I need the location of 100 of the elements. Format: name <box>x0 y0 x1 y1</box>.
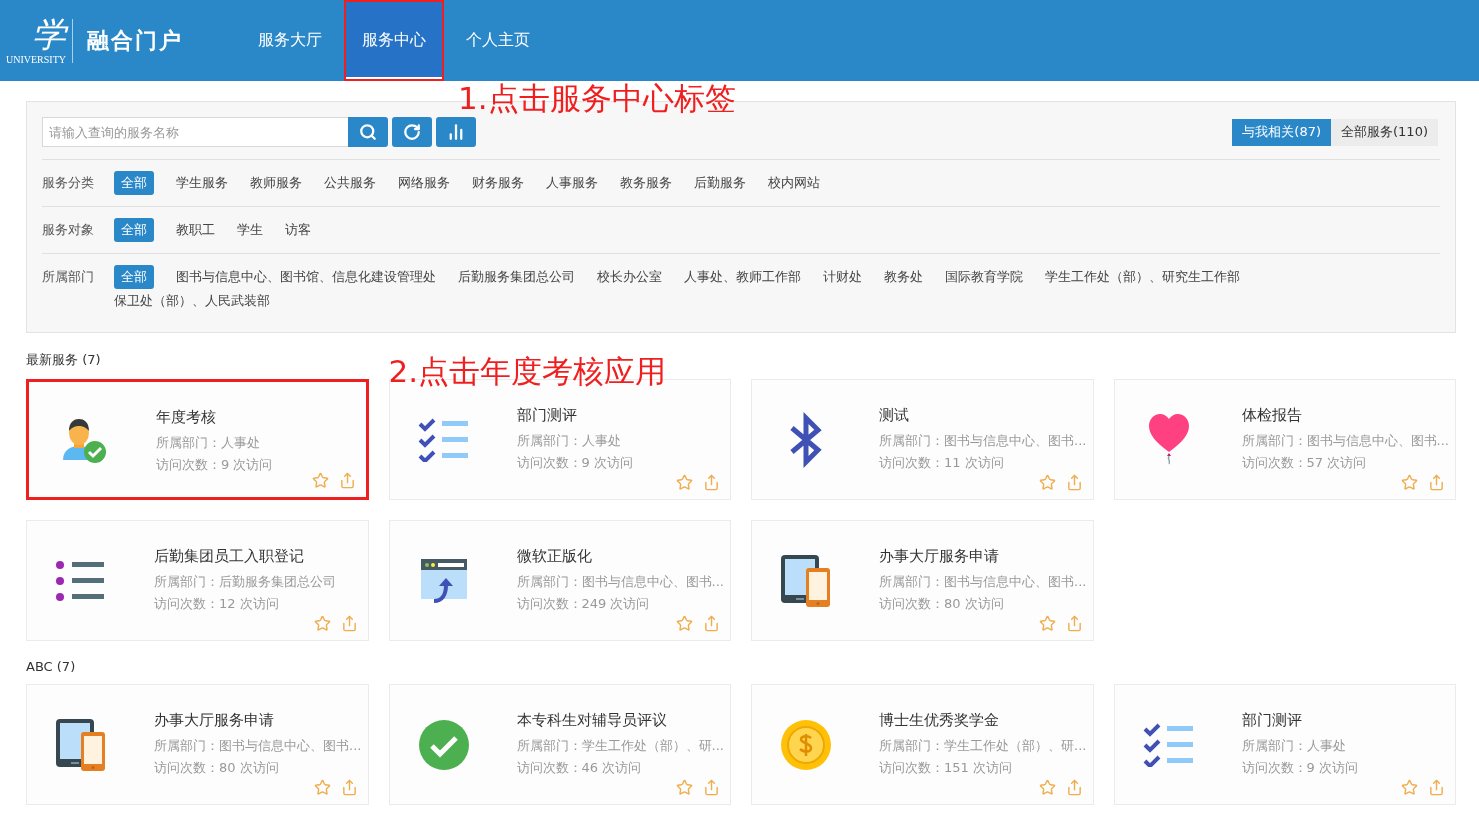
star-icon[interactable] <box>313 779 331 796</box>
service-title: 博士生优秀奖学金 <box>879 710 1000 731</box>
service-card[interactable]: 部门测评 所属部门：人事处 访问次数：9 次访问 <box>1113 684 1456 805</box>
service-department: 所属部门：人事处 <box>516 432 622 450</box>
filter-option[interactable]: 人事处、教师工作部 <box>684 265 801 289</box>
service-card[interactable]: 测试 所属部门：图书与信息中心、图书... 访问次数：11 次访问 <box>751 379 1094 500</box>
share-icon[interactable] <box>1065 615 1083 632</box>
refresh-button[interactable] <box>392 117 432 147</box>
star-icon[interactable] <box>313 615 331 632</box>
filter-option[interactable]: 公共服务 <box>324 171 376 195</box>
share-icon[interactable] <box>703 615 720 632</box>
share-icon[interactable] <box>338 472 356 489</box>
filter-label: 服务分类 <box>42 174 95 192</box>
section-title: 最新服务 (7) <box>26 351 102 369</box>
search-icon <box>359 123 377 141</box>
service-visits: 访问次数：80 次访问 <box>154 759 280 777</box>
service-card[interactable]: 博士生优秀奖学金 所属部门：学生工作处（部）、研... 访问次数：151 次访问 <box>751 684 1094 805</box>
service-department: 所属部门：学生工作处（部）、研... <box>879 737 1083 755</box>
filter-option[interactable]: 访客 <box>285 218 311 242</box>
service-department: 所属部门：图书与信息中心、图书... <box>879 432 1083 450</box>
service-card[interactable]: 后勤集团员工入职登记 所属部门：后勤服务集团总公司 访问次数：12 次访问 <box>26 520 369 641</box>
share-icon[interactable] <box>1428 474 1445 491</box>
star-icon[interactable] <box>1038 474 1056 491</box>
bar-chart-icon <box>447 123 465 141</box>
search-field[interactable]: 请输入查询的服务名称 <box>42 117 348 147</box>
star-icon[interactable] <box>676 779 693 796</box>
filter-option[interactable]: 校长办公室 <box>597 265 662 289</box>
service-title: 年度考核 <box>156 407 217 428</box>
service-title: 办事大厅服务申请 <box>154 710 275 731</box>
scope-toggle[interactable]: 与我相关(87) <box>1232 118 1332 146</box>
service-title: 微软正版化 <box>516 546 593 567</box>
filter-option[interactable]: 学生 <box>237 218 263 242</box>
filter-option[interactable]: 教务服务 <box>620 171 672 195</box>
service-title: 测试 <box>879 405 910 426</box>
filter-option[interactable]: 计财处 <box>823 265 862 289</box>
star-icon[interactable] <box>1038 779 1056 796</box>
service-department: 所属部门：人事处 <box>1241 737 1347 755</box>
filter-option[interactable]: 图书与信息中心、图书馆、信息化建设管理处 <box>176 265 436 289</box>
star-icon[interactable] <box>676 615 693 632</box>
filter-option[interactable]: 后勤服务 <box>694 171 746 195</box>
nav-tab[interactable]: 个人主页 <box>448 0 548 81</box>
filter-option[interactable]: 教务处 <box>884 265 923 289</box>
star-icon[interactable] <box>1401 474 1418 491</box>
nav-tab[interactable]: 服务大厅 <box>240 0 340 81</box>
service-visits: 访问次数：9 次访问 <box>516 454 633 472</box>
star-icon[interactable] <box>311 472 329 489</box>
share-icon[interactable] <box>340 779 358 796</box>
filter-option[interactable]: 学生服务 <box>176 171 228 195</box>
refresh-icon <box>403 123 421 141</box>
star-icon[interactable] <box>676 474 693 491</box>
annotation-text: 1.点击服务中心标签 <box>458 80 736 116</box>
share-icon[interactable] <box>340 615 358 632</box>
service-card[interactable]: 体检报告 所属部门：图书与信息中心、图书... 访问次数：57 次访问 <box>1113 379 1456 500</box>
service-visits: 访问次数：9 次访问 <box>1241 759 1358 777</box>
filter-option[interactable]: 国际教育学院 <box>945 265 1023 289</box>
service-card[interactable]: 办事大厅服务申请 所属部门：图书与信息中心、图书... 访问次数：80 次访问 <box>751 520 1094 641</box>
service-visits: 访问次数：12 次访问 <box>154 595 280 613</box>
dollar-coin-icon <box>780 718 832 771</box>
filter-option[interactable]: 财务服务 <box>472 171 524 195</box>
service-card[interactable]: 年度考核 所属部门：人事处 访问次数：9 次访问 <box>26 379 369 500</box>
chart-button[interactable] <box>436 117 476 147</box>
checklist-icon <box>1142 722 1195 767</box>
share-icon[interactable] <box>1065 474 1083 491</box>
service-visits: 访问次数：57 次访问 <box>1241 454 1368 472</box>
share-icon[interactable] <box>703 474 720 491</box>
service-department: 所属部门：图书与信息中心、图书... <box>154 737 358 755</box>
tablet-phone-icon <box>780 553 832 608</box>
filter-option[interactable]: 教职工 <box>176 218 215 242</box>
service-visits: 访问次数：9 次访问 <box>156 456 273 474</box>
filter-option[interactable]: 全部 <box>114 171 154 195</box>
search-button[interactable] <box>348 117 388 147</box>
filter-option[interactable]: 全部 <box>114 265 154 289</box>
service-visits: 访问次数：46 次访问 <box>516 759 643 777</box>
filter-option[interactable]: 学生工作处（部）、研究生工作部 <box>1045 265 1240 289</box>
filter-option[interactable]: 校内网站 <box>768 171 820 195</box>
service-card[interactable]: 微软正版化 所属部门：图书与信息中心、图书... 访问次数：249 次访问 <box>388 520 731 641</box>
service-title: 部门测评 <box>516 405 578 426</box>
filter-option[interactable]: 后勤服务集团总公司 <box>458 265 575 289</box>
filter-option[interactable]: 人事服务 <box>546 171 598 195</box>
share-icon[interactable] <box>703 779 720 796</box>
logo-subtext: UNIVERSITY <box>6 54 66 65</box>
service-visits: 访问次数：151 次访问 <box>879 759 1013 777</box>
service-card[interactable]: 办事大厅服务申请 所属部门：图书与信息中心、图书... 访问次数：80 次访问 <box>26 684 369 805</box>
filter-option[interactable]: 保卫处（部）、人民武装部 <box>114 289 270 313</box>
filter-option[interactable]: 教师服务 <box>250 171 302 195</box>
star-icon[interactable] <box>1038 615 1056 632</box>
share-icon[interactable] <box>1065 779 1083 796</box>
section-title: ABC (7) <box>26 659 77 674</box>
share-icon[interactable] <box>1428 779 1445 796</box>
scope-toggle[interactable]: 全部服务(110) <box>1331 118 1438 146</box>
tablet-phone-icon <box>55 717 107 772</box>
filter-label: 服务对象 <box>42 221 95 239</box>
filter-option[interactable]: 全部 <box>114 218 154 242</box>
service-card[interactable]: 本专科生对辅导员评议 所属部门：学生工作处（部）、研... 访问次数：46 次访问 <box>388 684 731 805</box>
bluetooth-icon <box>789 411 823 468</box>
service-visits: 访问次数：11 次访问 <box>879 454 1005 472</box>
filter-option[interactable]: 网络服务 <box>398 171 450 195</box>
bullet-list-icon <box>56 559 106 602</box>
star-icon[interactable] <box>1401 779 1418 796</box>
nav-tab[interactable]: 服务中心 <box>344 0 444 81</box>
